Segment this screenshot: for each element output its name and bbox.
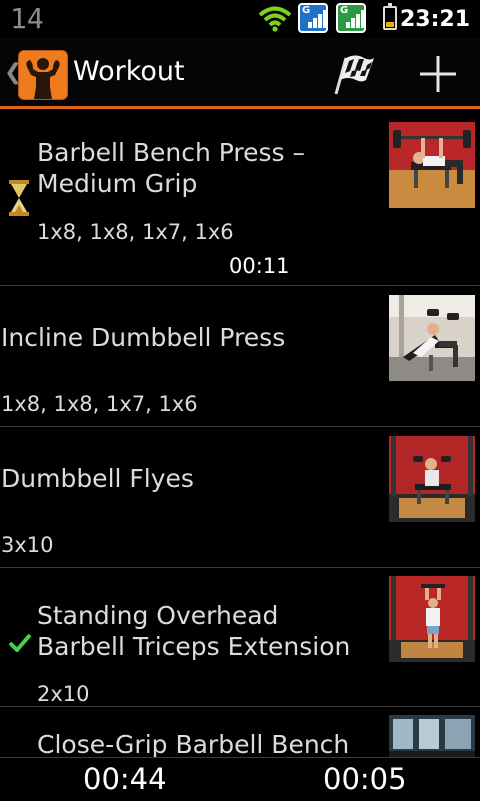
exercise-sets: 1x8, 1x8, 1x7, 1x6 [1, 392, 198, 416]
exercise-name: Barbell Bench Press – Medium Grip [37, 138, 305, 198]
exercise-sets: 1x8, 1x8, 1x7, 1x6 [37, 220, 234, 244]
list-item[interactable]: Close-Grip Barbell Bench [0, 707, 480, 757]
checkmark-icon [8, 633, 32, 652]
exercise-thumbnail [389, 295, 475, 381]
signal-icon: G [298, 3, 328, 33]
exercise-name: Close-Grip Barbell Bench [37, 730, 350, 757]
elapsed-timer: 00:44 [83, 762, 167, 796]
finish-flag-icon[interactable] [330, 52, 378, 96]
exercise-name: Dumbbell Flyes [1, 464, 194, 493]
exercise-sets: 3x10 [1, 533, 54, 557]
list-item[interactable]: Barbell Bench Press – Medium Grip 1x8, 1… [0, 109, 480, 286]
hourglass-icon [9, 180, 29, 216]
list-item[interactable]: Incline Dumbbell Press 1x8, 1x8, 1x7, 1x… [0, 286, 480, 427]
rest-timer: 00:05 [323, 762, 407, 796]
status-number: 14 [10, 2, 44, 35]
action-bar: ❮ Workout [0, 38, 480, 109]
exercise-name: Incline Dumbbell Press [1, 323, 286, 352]
status-time: 23:21 [399, 7, 470, 32]
exercise-timer: 00:11 [229, 254, 290, 278]
exercise-thumbnail [389, 715, 475, 757]
wifi-icon [258, 6, 292, 32]
exercise-name: Standing Overhead Barbell Triceps Extens… [37, 601, 351, 661]
app-logo-icon[interactable] [18, 50, 68, 100]
page-title: Workout [73, 56, 185, 87]
status-bar: 14 G G 23:21 [0, 0, 480, 38]
bottom-timer-bar: 00:44 00:05 [0, 757, 480, 801]
battery-icon [383, 3, 397, 30]
exercise-sets: 2x10 [37, 682, 90, 706]
exercise-thumbnail [389, 576, 475, 662]
list-item[interactable]: Standing Overhead Barbell Triceps Extens… [0, 568, 480, 707]
add-icon[interactable] [412, 50, 464, 98]
signal-icon: G [336, 3, 366, 33]
exercise-list: Barbell Bench Press – Medium Grip 1x8, 1… [0, 109, 480, 757]
exercise-thumbnail [389, 436, 475, 522]
exercise-thumbnail [389, 122, 475, 208]
list-item[interactable]: Dumbbell Flyes 3x10 [0, 427, 480, 568]
